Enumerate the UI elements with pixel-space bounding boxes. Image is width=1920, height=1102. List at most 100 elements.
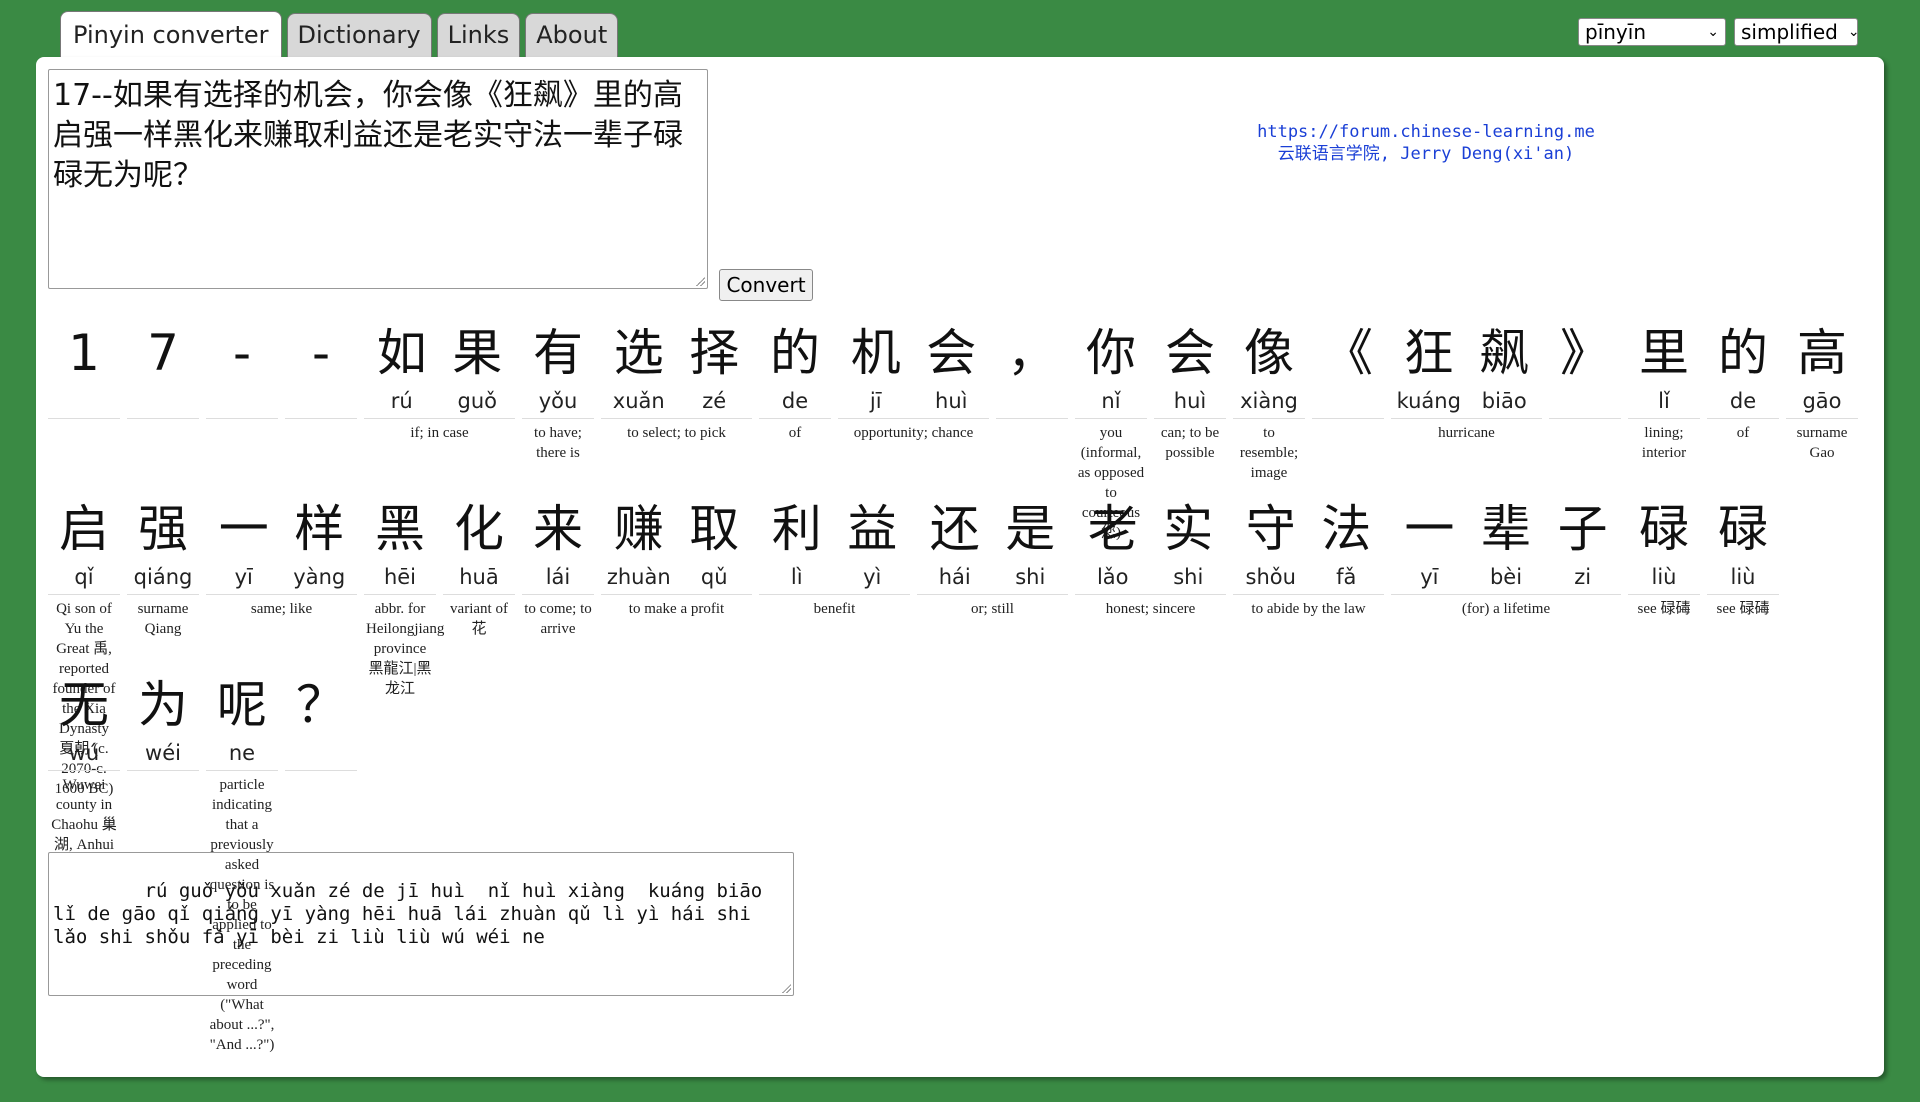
convert-button[interactable]: Convert	[719, 269, 813, 301]
word-cell[interactable]: 强 qiáng surname Qiang	[127, 498, 199, 639]
tab-about[interactable]: About	[525, 13, 619, 58]
hanzi-char: 辈	[1481, 500, 1531, 558]
hanzi-char: 里	[1639, 324, 1689, 382]
hanzi-char: 取	[689, 500, 740, 558]
word-cell[interactable]: 来 lái to come; to arrive	[522, 498, 594, 639]
word-cell[interactable]: 利益 lì yì benefit	[759, 498, 910, 619]
english-gloss: surname Gao	[1796, 425, 1848, 461]
word-cell[interactable]: 《	[1312, 322, 1384, 423]
word-cell[interactable]: 黑 hēi abbr. for Heilongjiang province 黑龍江|…	[364, 498, 445, 699]
hanzi-char: 会	[926, 324, 977, 382]
hanzi-char: 的	[1718, 324, 1768, 382]
pinyin-syllable: kuáng	[1396, 389, 1461, 413]
word-cell[interactable]: 选择 xuǎn zé to select; to pick	[601, 322, 752, 443]
pinyin-syllable	[48, 384, 120, 418]
credit-author: 云联语言学院, Jerry Deng(xi'an)	[1277, 144, 1575, 164]
hanzi-char: 强	[138, 500, 188, 558]
word-cell[interactable]: 为 wéi	[127, 674, 199, 775]
word-cell[interactable]: 狂飙 kuáng biāo hurricane	[1391, 322, 1542, 443]
chinese-input[interactable]: 17--如果有选择的机会，你会像《狂飙》里的高启强一样黑化来赚取利益还是老实守法…	[48, 69, 708, 289]
pinyin-syllable: lǐ	[1658, 389, 1670, 413]
tone-mode-value: pīnyīn	[1585, 20, 1646, 44]
word-cell[interactable]: 像 xiàng to resemble; image	[1233, 322, 1305, 483]
pinyin-syllable: zi	[1574, 565, 1592, 589]
english-gloss: opportunity; chance	[853, 425, 974, 441]
word-cell[interactable]: 有 yǒu to have; there is	[522, 322, 594, 463]
tab-pinyin-converter[interactable]: Pinyin converter	[60, 11, 282, 62]
hanzi-char: 老	[1087, 500, 1138, 558]
pinyin-syllable: xiàng	[1240, 389, 1298, 413]
word-cell[interactable]: ？	[285, 674, 357, 775]
word-cell[interactable]: 还是 hái shi or; still	[917, 498, 1068, 619]
word-cell[interactable]: 机会 jī huì opportunity; chance	[838, 322, 989, 443]
english-gloss: abbr. for Heilongjiang province 黑龍江|黑龙江	[366, 601, 445, 697]
word-cell[interactable]: ，	[996, 322, 1068, 423]
tab-links[interactable]: Links	[436, 13, 521, 58]
hanzi-char: 有	[533, 324, 583, 382]
word-cell[interactable]: 老实 lǎo shi honest; sincere	[1075, 498, 1226, 619]
pinyin-syllable: yī	[1420, 565, 1439, 589]
resize-handle-icon[interactable]	[781, 983, 791, 993]
pinyin-syllable	[285, 736, 357, 770]
word-cell[interactable]: 碌 liù see 碌碡	[1707, 498, 1779, 619]
chevron-down-icon: ⌄	[1707, 24, 1719, 40]
english-gloss: hurricane	[1438, 425, 1495, 441]
pinyin-syllable: lái	[545, 565, 571, 589]
english-gloss: Wuwei county in Chaohu 巢湖, Anhui	[51, 777, 117, 853]
pinyin-syllable: shi	[1015, 565, 1046, 589]
pinyin-syllable: yàng	[293, 565, 346, 589]
hanzi-char: 选	[613, 324, 664, 382]
pinyin-syllable: bèi	[1489, 565, 1523, 589]
word-cell[interactable]: -	[206, 322, 278, 423]
hanzi-char: 一	[1404, 500, 1455, 558]
hanzi-char: 一	[218, 500, 269, 558]
word-cell[interactable]: 里 lǐ lining; interior	[1628, 322, 1700, 463]
main-panel: 17--如果有选择的机会，你会像《狂飙》里的高启强一样黑化来赚取利益还是老实守法…	[36, 57, 1884, 1077]
word-cell[interactable]: 一样 yī yàng same; like	[206, 498, 357, 619]
pinyin-output[interactable]: rú guǒ yǒu xuǎn zé de jī huì nǐ huì xiàn…	[48, 852, 794, 996]
word-cell[interactable]: 一辈子 yī bèi zi (for) a lifetime	[1391, 498, 1621, 619]
word-cell[interactable]: 1	[48, 322, 120, 423]
english-gloss: or; still	[971, 601, 1014, 617]
word-cell[interactable]: 化 huā variant of 花	[443, 498, 515, 639]
word-cell[interactable]: 7	[127, 322, 199, 423]
chinese-input-text: 17--如果有选择的机会，你会像《狂飙》里的高启强一样黑化来赚取利益还是老实守法…	[53, 78, 683, 193]
resize-handle-icon[interactable]	[695, 276, 705, 286]
hanzi-char: -	[232, 324, 252, 382]
word-cell[interactable]: 赚取 zhuàn qǔ to make a profit	[601, 498, 752, 619]
hanzi-char: 狂	[1403, 324, 1454, 382]
script-select[interactable]: simplified ⌄	[1734, 18, 1860, 46]
hanzi-char: 碌	[1639, 500, 1689, 558]
word-cell[interactable]: 的 de of	[1707, 322, 1779, 443]
word-cell[interactable]: 无 wú Wuwei county in Chaohu 巢湖, Anhui	[48, 674, 120, 855]
chevron-down-icon: ⌄	[1847, 24, 1860, 40]
tone-mode-select[interactable]: pīnyīn ⌄	[1578, 18, 1726, 46]
credit-block: https://forum.chinese-learning.me 云联语言学院…	[1216, 121, 1636, 165]
pinyin-syllable: yī	[234, 565, 253, 589]
word-cell[interactable]: -	[285, 322, 357, 423]
word-cell[interactable]: 碌 liù see 碌碡	[1628, 498, 1700, 619]
english-gloss: to make a profit	[628, 601, 725, 617]
english-gloss: to come; to arrive	[524, 601, 592, 637]
pinyin-syllable: nǐ	[1101, 389, 1121, 413]
forum-link[interactable]: https://forum.chinese-learning.me	[1216, 121, 1636, 143]
hanzi-char: 样	[294, 500, 345, 558]
hanzi-char: 飙	[1479, 324, 1530, 382]
word-cell[interactable]: 守法 shǒu fǎ to abide by the law	[1233, 498, 1384, 619]
hanzi-char: 实	[1163, 500, 1214, 558]
english-gloss: benefit	[813, 601, 856, 617]
pinyin-syllable: lǎo	[1096, 565, 1129, 589]
pinyin-syllable: qiáng	[133, 565, 193, 589]
word-cell[interactable]: 》	[1549, 322, 1621, 423]
hanzi-char: ？	[296, 676, 346, 734]
word-cell[interactable]: 高 gāo surname Gao	[1786, 322, 1858, 463]
hanzi-char: 《	[1323, 324, 1373, 382]
pinyin-syllable: de	[1729, 389, 1757, 413]
word-cell[interactable]: 的 de of	[759, 322, 831, 443]
word-cell[interactable]: 会 huì can; to be possible	[1154, 322, 1226, 463]
pinyin-syllable	[1549, 384, 1621, 418]
pinyin-output-text: rú guǒ yǒu xuǎn zé de jī huì nǐ huì xiàn…	[53, 880, 763, 948]
hanzi-char: 择	[689, 324, 740, 382]
tab-dictionary[interactable]: Dictionary	[286, 13, 432, 58]
word-cell[interactable]: 如果 rú guǒ if; in case	[364, 322, 515, 443]
